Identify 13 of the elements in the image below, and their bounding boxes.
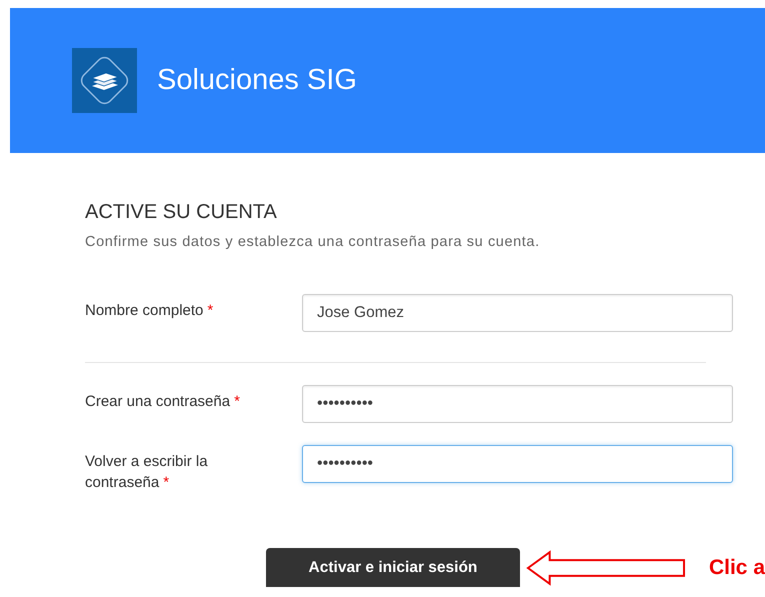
activate-button[interactable]: Activar e iniciar sesión <box>266 548 520 587</box>
annotation-text: Clic a <box>708 556 765 580</box>
form-heading: ACTIVE SU CUENTA <box>85 201 278 224</box>
app-title: Soluciones SIG <box>157 64 357 97</box>
field-label: Crear una contraseña * <box>85 392 240 412</box>
input-field[interactable]: Jose Gomez <box>302 294 733 332</box>
form-subtitle: Confirme sus datos y establezca una contraseña para su cuenta. <box>85 234 541 250</box>
password-field[interactable]: •••••••••• <box>302 445 733 483</box>
password-field[interactable]: •••••••••• <box>302 385 733 423</box>
layers-logo-icon <box>72 48 137 113</box>
arrow-icon <box>526 550 686 586</box>
field-label: Volver a escribir la contraseña * <box>85 452 209 493</box>
field-label: Nombre completo * <box>85 301 214 321</box>
